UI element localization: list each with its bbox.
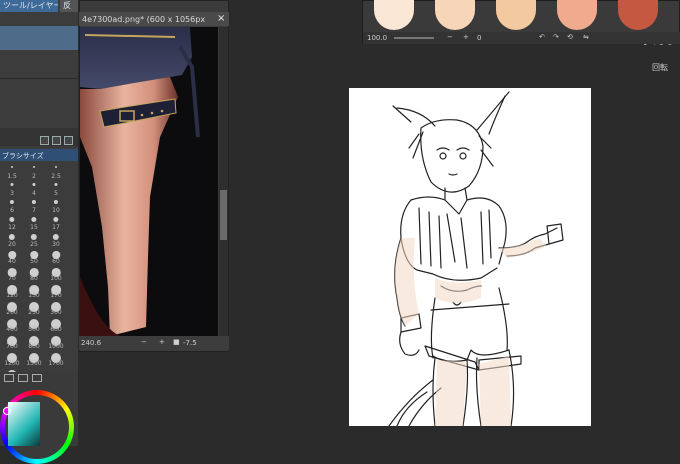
- brush-size-label: 4: [32, 190, 36, 197]
- close-icon[interactable]: ×: [217, 13, 225, 24]
- brush-size-label: 25: [30, 241, 38, 248]
- brush-size-label: 200: [6, 309, 18, 316]
- brush-size-label: 20: [8, 241, 16, 248]
- rotation-value[interactable]: -7.5: [183, 339, 197, 347]
- palette-tick-value: 0: [477, 34, 482, 42]
- new-set-icon[interactable]: [40, 136, 49, 145]
- brush-size-label: 250: [28, 309, 40, 316]
- brush-size-label: 120: [6, 292, 18, 299]
- brush-size-dot: [10, 183, 14, 187]
- reset-icon[interactable]: ⟲: [567, 33, 573, 41]
- brush-size-dot: [33, 166, 35, 168]
- panel-divider: [0, 78, 78, 79]
- brush-size-label: 500: [28, 326, 40, 333]
- palette-icon[interactable]: [4, 374, 14, 382]
- color-wheel-panel: [0, 372, 78, 464]
- tab-tool-property-label: ツール/レイヤー移動: [3, 1, 58, 10]
- reference-window-title: 4e7300ad.png* (600 x 1056px: [82, 15, 206, 24]
- brush-size-dot: [31, 200, 37, 205]
- brush-size-label: 1700: [48, 360, 64, 367]
- line-art-illustration: [388, 91, 564, 426]
- brush-size-label: 7: [32, 207, 36, 214]
- brush-size-label: 6: [10, 207, 14, 214]
- brush-size-label: 400: [6, 326, 18, 333]
- brush-size-label: 12: [8, 224, 16, 231]
- tab-tool-property[interactable]: ツール/レイヤー移動: [0, 0, 58, 12]
- brush-size-label: 10: [52, 207, 60, 214]
- tab-secondary-label: 反: [63, 1, 71, 10]
- brush-size-dot: [53, 200, 59, 205]
- tool-rotate-label[interactable]: 回転: [652, 62, 668, 73]
- brush-size-label: 60: [52, 258, 60, 265]
- zoom-out-icon[interactable]: −: [141, 338, 147, 346]
- brush-size-dot: [32, 183, 36, 187]
- brush-size-title: ブラシサイズ: [2, 152, 44, 160]
- duplicate-icon[interactable]: [52, 136, 61, 145]
- reference-scrollbar[interactable]: [219, 27, 228, 336]
- brush-size-dot: [54, 183, 58, 187]
- rotate-left-icon[interactable]: ↶: [539, 33, 545, 41]
- brush-size-dot: [30, 234, 38, 241]
- brush-size-dot: [52, 234, 60, 241]
- brush-size-label: 600: [50, 326, 62, 333]
- brush-size-label: 30: [52, 241, 60, 248]
- zoom-value[interactable]: 240.6: [81, 339, 101, 347]
- color-saturation-box[interactable]: [8, 402, 40, 446]
- brush-size-label: 170: [50, 292, 62, 299]
- brush-size-label: 50: [30, 258, 38, 265]
- brush-size-label: 1200: [4, 360, 20, 367]
- rotate-right-icon[interactable]: ↷: [553, 33, 559, 41]
- brush-size-label: 15: [30, 224, 38, 231]
- palette-zoom-value[interactable]: 100.0: [367, 34, 387, 42]
- brush-size-label: 17: [52, 224, 60, 231]
- brush-size-label: 80: [30, 275, 38, 282]
- brush-size-label: 700: [6, 343, 18, 350]
- brush-size-label: 2: [32, 173, 36, 180]
- brush-size-label: 70: [8, 275, 16, 282]
- brush-size-dot: [53, 217, 59, 223]
- brush-size-dot: [31, 217, 37, 223]
- palette-zoom-out-icon[interactable]: −: [447, 33, 453, 41]
- brush-size-grid: 1.5 2 2.5 3 4 5 6 7 10 12 15 17 20 25 30 40 50 60 70 80 100 1…: [4, 163, 74, 384]
- palette-zoom-slider[interactable]: [394, 37, 434, 39]
- color-picker-handle[interactable]: [3, 407, 11, 415]
- brush-size-label: 1.5: [7, 173, 17, 180]
- brush-size-label: 2.5: [51, 173, 61, 180]
- brush-size-label: 100: [50, 275, 62, 282]
- delete-icon[interactable]: [64, 136, 73, 145]
- settings-icon[interactable]: [32, 374, 42, 382]
- palette-zoom-in-icon[interactable]: +: [463, 33, 469, 41]
- reference-status-bar: 240.6 − + ■ -7.5: [79, 336, 229, 350]
- flip-icon[interactable]: ⇋: [583, 33, 589, 41]
- brush-size-label: 300: [50, 309, 62, 316]
- brush-size-label: 3: [10, 190, 14, 197]
- brush-size-label: 150: [28, 292, 40, 299]
- reference-image[interactable]: [80, 27, 218, 336]
- tool-hand-row[interactable]: [0, 26, 78, 50]
- brush-size-label: 5: [54, 190, 58, 197]
- brush-size-dot: [8, 234, 16, 241]
- brush-size-label: 40: [8, 258, 16, 265]
- brush-size-label: 800: [28, 343, 40, 350]
- layers-icon[interactable]: [18, 374, 28, 382]
- brush-size-label: 1500: [26, 360, 42, 367]
- brush-size-label: 1000: [48, 343, 64, 350]
- zoom-in-icon[interactable]: +: [159, 338, 165, 346]
- brush-size-dot: [9, 217, 15, 223]
- tab-secondary[interactable]: 反: [60, 0, 78, 12]
- brush-size-dot: [11, 166, 13, 168]
- main-canvas[interactable]: [349, 88, 591, 426]
- fit-icon[interactable]: ■: [173, 338, 180, 346]
- brush-size-dot: [55, 166, 57, 168]
- reference-scroll-thumb[interactable]: [220, 190, 227, 240]
- brush-size-dot: [9, 200, 15, 205]
